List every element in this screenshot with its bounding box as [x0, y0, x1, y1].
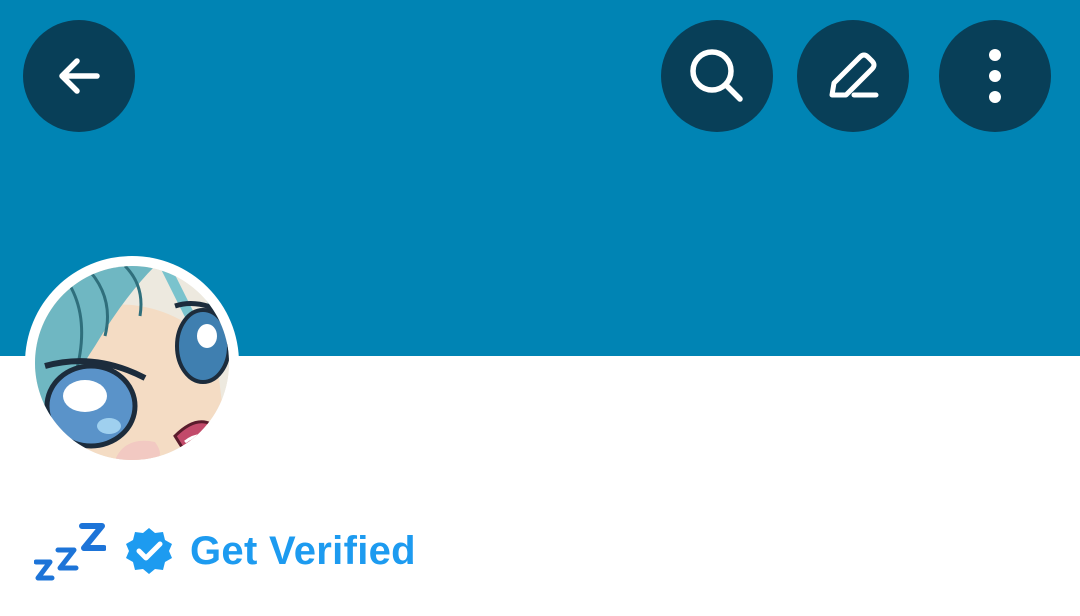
profile-page: Get Verified [0, 0, 1080, 616]
arrow-left-icon [59, 58, 100, 94]
avatar [35, 266, 229, 460]
search-button[interactable] [661, 20, 773, 132]
get-verified-link[interactable]: Get Verified [190, 529, 416, 574]
compose-button[interactable] [797, 20, 909, 132]
zzz-icon [34, 523, 106, 581]
anime-avatar-image [35, 266, 229, 460]
back-button[interactable] [23, 20, 135, 132]
compose-icon [829, 52, 879, 98]
search-icon [690, 49, 743, 102]
verify-row: Get Verified [34, 520, 416, 582]
verified-badge-icon [126, 528, 172, 574]
more-button[interactable] [939, 20, 1051, 132]
avatar-frame[interactable] [25, 256, 239, 470]
more-vertical-icon [989, 49, 1001, 103]
